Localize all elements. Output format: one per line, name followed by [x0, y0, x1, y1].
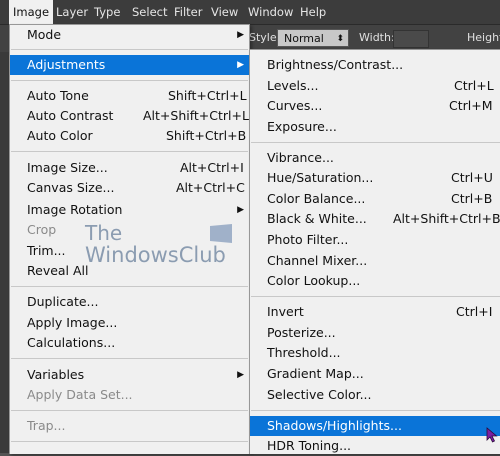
- menu-separator: [11, 410, 248, 411]
- menu-item-black-white[interactable]: Black & White... Alt+Shift+Ctrl+B: [250, 209, 500, 229]
- menu-item-apply-image[interactable]: Apply Image...: [10, 313, 249, 333]
- submenu-arrow-icon: ▶: [237, 370, 244, 380]
- menu-layer[interactable]: Layer: [52, 0, 92, 24]
- watermark-line1: The: [85, 221, 123, 245]
- menu-item-calculations[interactable]: Calculations...: [10, 333, 249, 353]
- menu-item-adjustments[interactable]: Adjustments ▶: [10, 55, 249, 75]
- menu-item-auto-tone[interactable]: Auto Tone Shift+Ctrl+L: [10, 86, 249, 106]
- adjustments-submenu: Brightness/Contrast... Levels... Ctrl+L …: [249, 49, 500, 454]
- style-select-value: Normal: [284, 32, 324, 45]
- width-input[interactable]: [393, 30, 429, 48]
- menu-item-curves[interactable]: Curves... Ctrl+M: [250, 96, 500, 116]
- menu-separator: [11, 441, 248, 442]
- menu-item-color-lookup[interactable]: Color Lookup...: [250, 271, 500, 291]
- submenu-arrow-icon: ▶: [237, 60, 244, 70]
- menu-item-duplicate[interactable]: Duplicate...: [10, 292, 249, 312]
- menu-item-channel-mixer[interactable]: Channel Mixer...: [250, 251, 500, 271]
- menu-filter[interactable]: Filter: [170, 0, 206, 24]
- menu-item-hue-saturation[interactable]: Hue/Saturation... Ctrl+U: [250, 168, 500, 188]
- menu-bar: Image Layer Type Select Filter View Wind…: [0, 0, 500, 25]
- menu-view[interactable]: View: [207, 0, 242, 24]
- menu-item-auto-color[interactable]: Auto Color Shift+Ctrl+B: [10, 126, 249, 146]
- menu-separator: [251, 142, 500, 143]
- windows-logo-icon: [210, 224, 232, 243]
- watermark-line2: WindowsClub: [85, 243, 226, 267]
- menu-image[interactable]: Image: [9, 0, 54, 24]
- menu-item-color-balance[interactable]: Color Balance... Ctrl+B: [250, 189, 500, 209]
- style-label: Style:: [249, 31, 281, 44]
- style-select[interactable]: Normal ⬍: [277, 29, 349, 47]
- menu-item-canvas-size[interactable]: Canvas Size... Alt+Ctrl+C: [10, 178, 249, 198]
- submenu-arrow-icon: ▶: [237, 30, 244, 40]
- menu-item-threshold[interactable]: Threshold...: [250, 343, 500, 363]
- menu-item-levels[interactable]: Levels... Ctrl+L: [250, 76, 500, 96]
- menu-separator: [11, 286, 248, 287]
- menu-item-apply-data-set[interactable]: Apply Data Set...: [10, 385, 249, 405]
- submenu-arrow-icon: ▶: [237, 205, 244, 215]
- menu-item-image-size[interactable]: Image Size... Alt+Ctrl+I: [10, 158, 249, 178]
- menu-item-shadows-highlights[interactable]: Shadows/Highlights...: [250, 416, 500, 436]
- updown-arrow-icon: ⬍: [336, 34, 344, 44]
- menu-item-posterize[interactable]: Posterize...: [250, 323, 500, 343]
- menu-item-auto-contrast[interactable]: Auto Contrast Alt+Shift+Ctrl+L: [10, 106, 249, 126]
- menu-type[interactable]: Type: [90, 0, 124, 24]
- menu-item-gradient-map[interactable]: Gradient Map...: [250, 364, 500, 384]
- menu-select[interactable]: Select: [128, 0, 171, 24]
- menu-help[interactable]: Help: [296, 0, 330, 24]
- menu-item-hdr-toning[interactable]: HDR Toning...: [250, 436, 500, 456]
- menu-item-trap[interactable]: Trap...: [10, 416, 249, 436]
- menu-window[interactable]: Window: [244, 0, 297, 24]
- menu-separator: [11, 151, 248, 152]
- width-label: Width:: [359, 31, 395, 44]
- menu-item-variables[interactable]: Variables ▶: [10, 365, 249, 385]
- height-label: Height:: [467, 31, 500, 44]
- menu-item-invert[interactable]: Invert Ctrl+I: [250, 302, 500, 322]
- menu-separator: [11, 49, 248, 50]
- menu-item-selective-color[interactable]: Selective Color...: [250, 385, 500, 405]
- menu-item-vibrance[interactable]: Vibrance...: [250, 148, 500, 168]
- menu-item-image-rotation[interactable]: Image Rotation ▶: [10, 200, 249, 220]
- mouse-pointer-icon: [486, 427, 498, 443]
- menu-separator: [251, 410, 500, 411]
- menu-item-brightness-contrast[interactable]: Brightness/Contrast...: [250, 55, 500, 75]
- menu-item-exposure[interactable]: Exposure...: [250, 117, 500, 137]
- menu-item-mode[interactable]: Mode ▶: [10, 25, 249, 45]
- menu-separator: [11, 358, 248, 359]
- menu-separator: [251, 296, 500, 297]
- menu-separator: [11, 80, 248, 81]
- menu-item-photo-filter[interactable]: Photo Filter...: [250, 230, 500, 250]
